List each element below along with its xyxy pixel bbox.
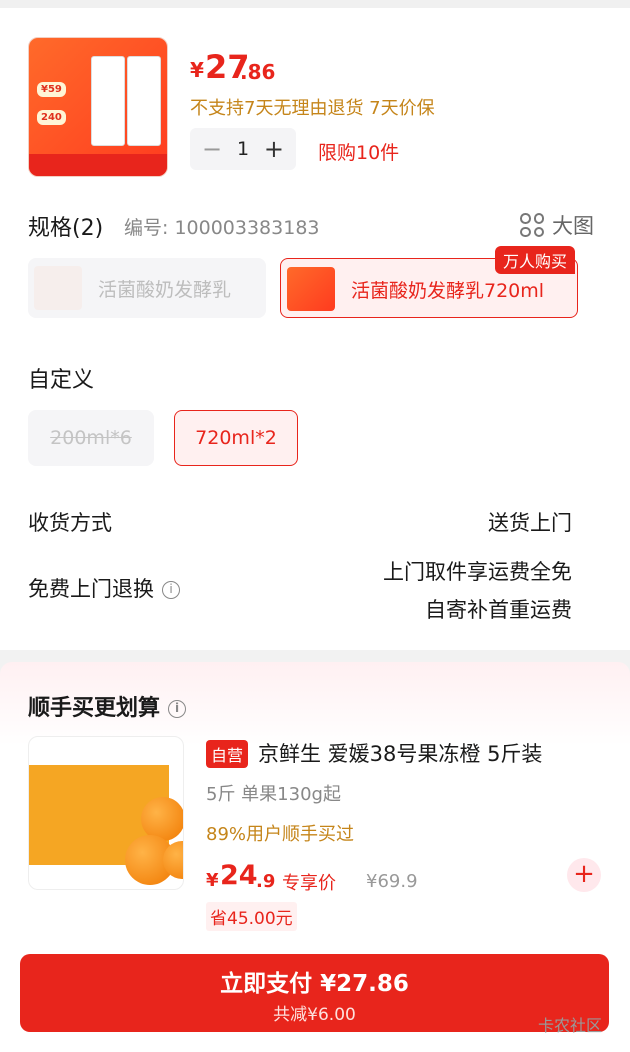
- pay-button-label: 立即支付 ¥27.86: [220, 971, 409, 997]
- recommend-title-text: 顺手买更划算: [28, 696, 161, 721]
- purchase-limit: 限购10件: [318, 142, 400, 164]
- minus-button[interactable]: −: [202, 135, 222, 163]
- plus-button[interactable]: +: [264, 135, 284, 163]
- self-operated-badge: 自营: [206, 740, 249, 768]
- info-icon[interactable]: i: [168, 700, 187, 718]
- recommend-bought: 89%用户顺手买过: [206, 824, 355, 845]
- custom-option-720ml[interactable]: 720ml*2: [174, 410, 298, 466]
- recommend-name[interactable]: 京鲜生 爱媛38号果冻橙 5斤装: [258, 738, 542, 768]
- spec-option-label: 活菌酸奶发酵乳: [98, 279, 232, 301]
- big-image-button[interactable]: 大图: [520, 210, 594, 240]
- recommend-thumbnail[interactable]: [28, 736, 184, 890]
- quantity-value: 1: [236, 138, 250, 160]
- spec-option-plain[interactable]: 活菌酸奶发酵乳: [28, 258, 266, 318]
- grid-icon: [520, 213, 544, 237]
- original-price: ¥69.9: [366, 871, 418, 892]
- section-divider: [0, 650, 630, 662]
- delivery-label: 收货方式: [28, 511, 112, 535]
- add-icon[interactable]: +: [567, 858, 601, 892]
- big-image-label: 大图: [552, 214, 594, 238]
- exclusive-price-label: 专享价: [282, 873, 336, 894]
- spec-option-label: 活菌酸奶发酵乳720ml: [351, 280, 545, 302]
- hot-badge: 万人购买: [495, 246, 576, 274]
- custom-option-200ml[interactable]: 200ml*6: [28, 410, 154, 466]
- pay-discount: 共减¥6.00: [273, 1005, 356, 1025]
- free-return-row: 免费上门退换 i: [28, 573, 180, 603]
- spec-thumb: [34, 266, 82, 310]
- quantity-stepper[interactable]: − 1 +: [190, 128, 296, 170]
- sku-code: 编号: 100003383183: [124, 217, 320, 239]
- recommend-price-decimal: .9: [256, 871, 276, 892]
- price-decimal: .86: [240, 60, 276, 84]
- free-return-label: 免费上门退换: [28, 577, 154, 601]
- free-return-value-2: 自寄补首重运费: [425, 598, 572, 622]
- recommend-price-symbol: ¥: [206, 870, 219, 891]
- pay-button[interactable]: 立即支付 ¥27.86 共减¥6.00: [20, 954, 609, 1032]
- watermark: 卡农社区: [538, 1016, 603, 1035]
- free-return-value-1: 上门取件享运费全免: [383, 560, 572, 584]
- save-badge: 省45.00元: [206, 902, 297, 931]
- price-symbol: ¥: [190, 58, 204, 82]
- product-thumbnail[interactable]: ¥59 240: [28, 37, 168, 177]
- info-icon[interactable]: i: [162, 581, 180, 599]
- recommend-price-integer: 24: [220, 860, 258, 891]
- delivery-value[interactable]: 送货上门: [488, 507, 572, 537]
- top-divider: [0, 0, 630, 8]
- recommend-spec: 5斤 单果130g起: [206, 784, 341, 805]
- return-policy-text: 不支持7天无理由退货 7天价保: [190, 98, 435, 119]
- custom-title: 自定义: [28, 368, 95, 393]
- spec-thumb: [287, 267, 335, 311]
- recommend-title: 顺手买更划算 i: [28, 690, 187, 722]
- spec-title: 规格(2): [28, 216, 104, 241]
